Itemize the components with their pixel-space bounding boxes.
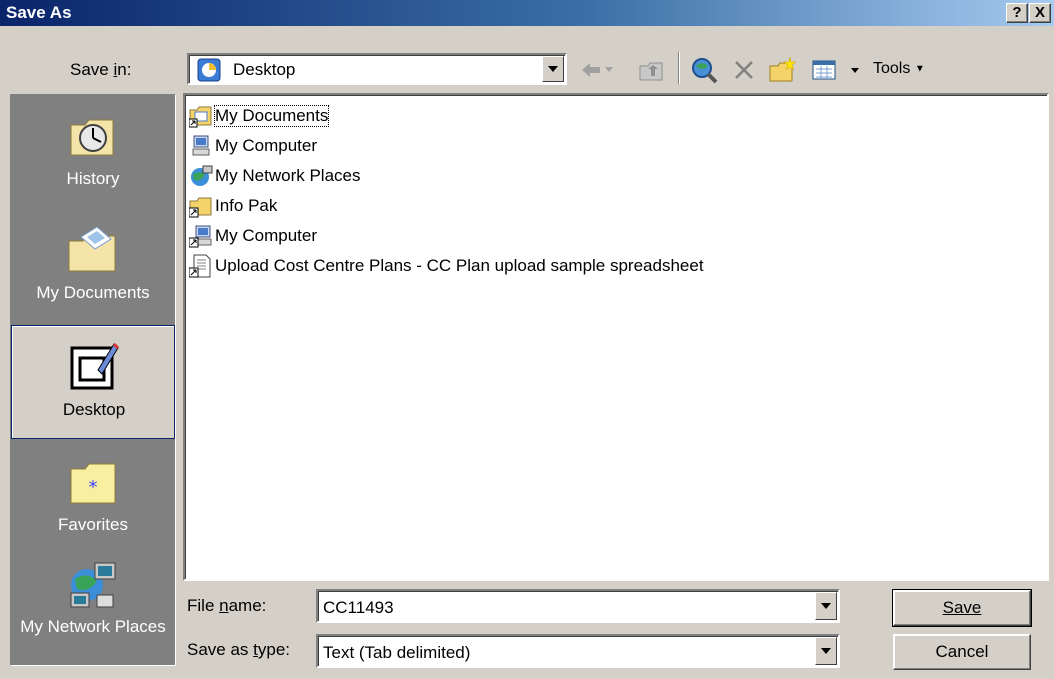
save-in-dropdown-button[interactable] [542,56,564,82]
place-favorites[interactable]: * Favorites [11,441,175,555]
place-favorites-label: Favorites [58,515,128,534]
list-item[interactable]: My Computer [189,223,317,249]
network-places-icon [191,165,213,186]
chevron-down-icon [548,66,558,72]
place-my-network-places[interactable]: My Network Places [11,553,175,667]
file-label: My Network Places [215,166,361,185]
file-name-label: File name: [187,596,267,615]
file-label: Info Pak [215,196,278,215]
places-bar: History My Documents Desktop * Favorites [10,94,176,666]
list-item[interactable]: My Computer [189,133,317,159]
place-my-network-places-label: My Network Places [20,617,166,636]
place-desktop[interactable]: Desktop [11,325,175,439]
list-item[interactable]: My Documents [189,103,330,129]
desktop-place-icon [70,342,120,390]
help-button[interactable]: ? [1006,3,1028,23]
list-item[interactable]: Upload Cost Centre Plans - CC Plan uploa… [189,253,704,279]
save-as-type-dropdown[interactable]: Text (Tab delimited) [316,634,840,668]
file-label: Upload Cost Centre Plans - CC Plan uploa… [215,256,704,275]
save-as-type-label: Save as type: [187,640,291,659]
close-button[interactable]: X [1029,3,1051,23]
file-label: My Computer [215,226,318,245]
history-icon [70,119,114,156]
desktop-icon [197,58,221,82]
place-my-documents-label: My Documents [36,283,150,302]
chevron-down-icon [821,603,831,609]
file-name-value: CC11493 [323,598,394,617]
document-shortcut-icon [189,254,211,278]
favorites-folder-icon: * [70,463,116,504]
new-folder-icon[interactable] [768,56,798,84]
save-button[interactable]: Save [892,589,1032,627]
save-in-value: Desktop [233,60,296,79]
cancel-label: Cancel [935,642,989,661]
save-in-dropdown[interactable]: Desktop [187,53,567,85]
save-label: Save [942,598,982,617]
my-documents-folder-icon [68,226,116,272]
svg-text:*: * [89,477,98,498]
place-desktop-label: Desktop [62,400,126,419]
save-as-type-value: Text (Tab delimited) [323,643,471,662]
toolbar-separator [678,52,680,84]
my-computer-icon [192,135,210,156]
folder-shortcut-icon [189,197,212,218]
search-web-icon[interactable] [690,56,718,84]
back-arrow-icon[interactable] [580,60,602,80]
file-label: My Computer [215,136,318,155]
chevron-down-icon [821,648,831,654]
window-title: Save As [6,3,72,22]
place-my-documents[interactable]: My Documents [11,209,175,323]
my-documents-icon [189,106,212,128]
views-icon[interactable] [812,60,838,82]
save-as-type-dropdown-button[interactable] [815,637,837,665]
file-list[interactable]: My Documents My Computer My Network Plac… [183,93,1049,581]
tools-dropdown-icon: ▼ [914,63,925,75]
title-bar: Save As ? X [0,0,1054,26]
file-name-dropdown-button[interactable] [815,592,837,620]
list-item[interactable]: My Network Places [189,163,360,189]
up-folder-icon[interactable] [638,58,664,82]
network-places-icon [70,562,116,608]
place-history-label: History [66,169,120,188]
place-history[interactable]: History [11,95,175,209]
save-in-label: Save in: [70,60,132,79]
file-label: My Documents [213,105,330,127]
file-name-input[interactable]: CC11493 [316,589,840,623]
computer-shortcut-icon [189,225,212,248]
cancel-button[interactable]: Cancel [893,634,1031,670]
tools-menu[interactable]: Tools ▼ [873,60,925,78]
views-dropdown-icon[interactable] [850,67,860,75]
tools-label: Tools [873,60,911,77]
back-dropdown-icon[interactable] [604,66,614,74]
delete-icon[interactable] [732,58,756,82]
list-item[interactable]: Info Pak [189,193,277,219]
